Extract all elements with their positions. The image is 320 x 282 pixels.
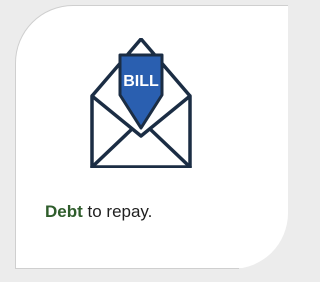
open-envelope-icon: BILL <box>90 38 192 168</box>
caption-emphasis: Debt <box>45 202 83 221</box>
caption: Debt to repay. <box>45 203 152 220</box>
caption-rest: to repay. <box>82 202 153 221</box>
stage: BILL Debt to repay. <box>0 0 288 282</box>
card-bottom-line <box>15 268 239 269</box>
bill-letter <box>118 53 164 130</box>
card-bottom-edge <box>15 268 288 282</box>
bill-label: BILL <box>123 73 159 90</box>
